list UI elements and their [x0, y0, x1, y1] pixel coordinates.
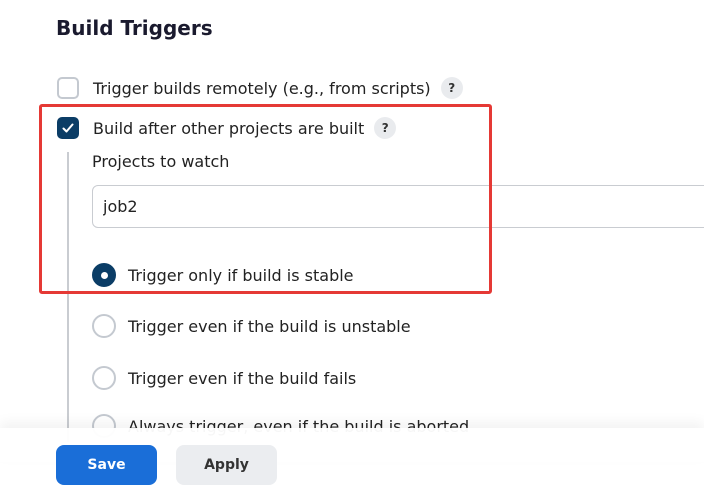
build-after-label: Build after other projects are built — [93, 118, 365, 138]
build-after-option[interactable]: Build after other projects are built ? — [57, 117, 397, 139]
trigger-remote-checkbox[interactable] — [57, 77, 79, 99]
radio-option-stable[interactable]: Trigger only if build is stable — [92, 263, 354, 287]
radio-option-fails[interactable]: Trigger even if the build fails — [92, 366, 356, 390]
save-button[interactable]: Save — [56, 445, 157, 485]
section-title: Build Triggers — [56, 16, 213, 40]
help-icon[interactable]: ? — [440, 77, 463, 99]
radio-button-selected[interactable] — [92, 263, 116, 287]
radio-label: Trigger even if the build is unstable — [128, 316, 411, 336]
apply-button[interactable]: Apply — [176, 445, 277, 485]
radio-button[interactable] — [92, 366, 116, 390]
projects-to-watch-input[interactable] — [92, 185, 704, 228]
radio-button[interactable] — [92, 314, 116, 338]
help-icon[interactable]: ? — [374, 117, 397, 139]
nested-options-guide — [67, 152, 69, 442]
build-after-checkbox[interactable] — [57, 117, 79, 139]
checkmark-icon — [62, 123, 74, 133]
trigger-remote-option[interactable]: Trigger builds remotely (e.g., from scri… — [57, 77, 463, 99]
radio-label: Trigger even if the build fails — [128, 368, 357, 388]
projects-to-watch-label: Projects to watch — [92, 152, 230, 171]
trigger-remote-label: Trigger builds remotely (e.g., from scri… — [93, 78, 431, 98]
radio-label: Trigger only if build is stable — [128, 265, 354, 285]
radio-option-unstable[interactable]: Trigger even if the build is unstable — [92, 314, 411, 338]
